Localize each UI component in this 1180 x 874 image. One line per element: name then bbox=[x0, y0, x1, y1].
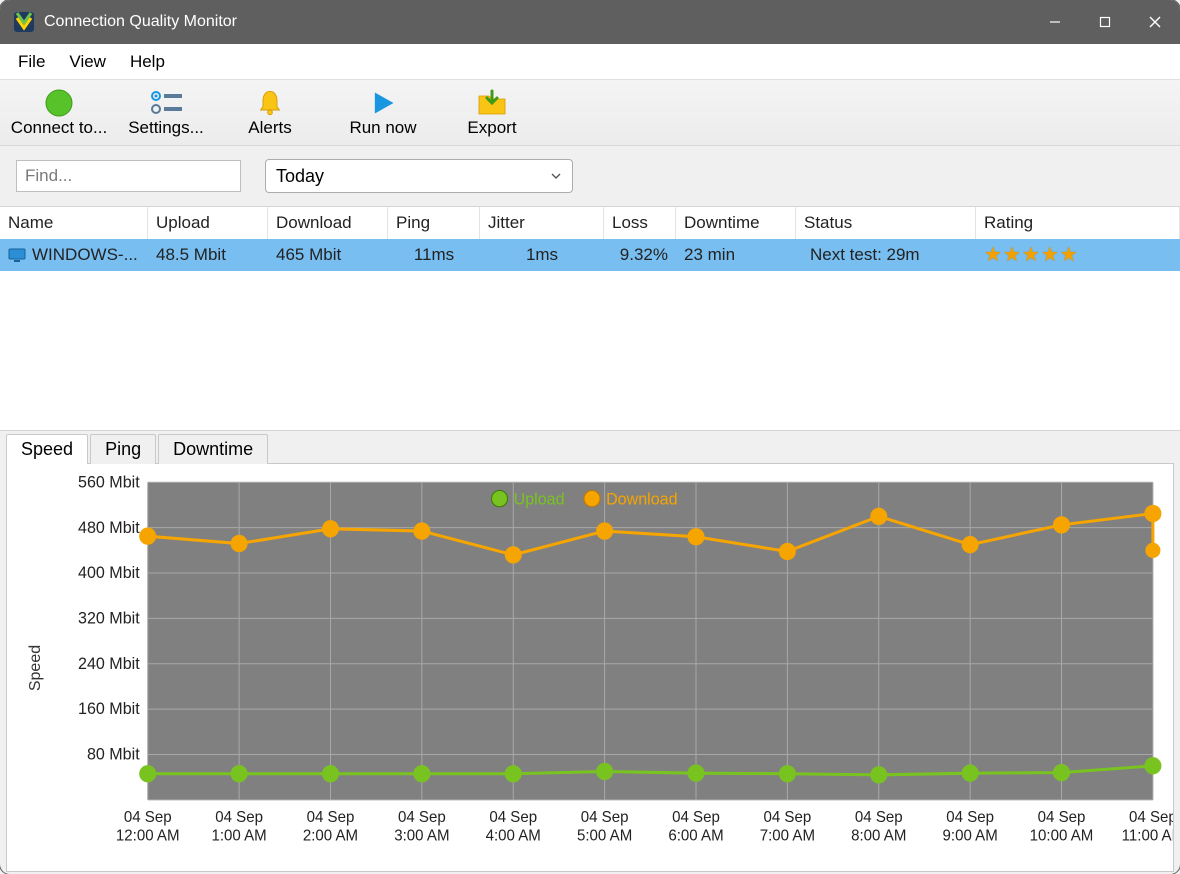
svg-text:240 Mbit: 240 Mbit bbox=[78, 655, 140, 673]
svg-text:5:00 AM: 5:00 AM bbox=[577, 827, 632, 844]
cell-download: 465 Mbit bbox=[268, 239, 388, 271]
y-axis-label: Speed bbox=[27, 644, 45, 690]
svg-text:10:00 AM: 10:00 AM bbox=[1030, 827, 1094, 844]
svg-text:480 Mbit: 480 Mbit bbox=[78, 519, 140, 537]
svg-text:80 Mbit: 80 Mbit bbox=[87, 745, 140, 763]
bell-icon bbox=[256, 88, 284, 118]
cell-rating: ★★★★★ bbox=[976, 239, 1126, 271]
settings-icon bbox=[150, 88, 182, 118]
find-input[interactable] bbox=[16, 160, 241, 192]
svg-text:04 Sep: 04 Sep bbox=[489, 809, 537, 826]
table-header: Name Upload Download Ping Jitter Loss Do… bbox=[0, 207, 1180, 239]
th-rating[interactable]: Rating bbox=[976, 207, 1180, 239]
svg-text:04 Sep: 04 Sep bbox=[215, 809, 263, 826]
th-upload[interactable]: Upload bbox=[148, 207, 268, 239]
svg-text:Upload: Upload bbox=[514, 491, 565, 509]
svg-text:04 Sep: 04 Sep bbox=[307, 809, 355, 826]
tab-speed[interactable]: Speed bbox=[6, 434, 88, 464]
star-icon: ★ bbox=[1041, 245, 1059, 265]
tab-ping[interactable]: Ping bbox=[90, 434, 156, 464]
cell-downtime: 23 min bbox=[676, 239, 796, 271]
star-icon: ★ bbox=[1022, 245, 1040, 265]
th-downtime[interactable]: Downtime bbox=[676, 207, 796, 239]
speed-chart: 80 Mbit 160 Mbit 240 Mbit 320 Mbit 400 Mbit 4… bbox=[7, 464, 1173, 871]
cell-upload: 48.5 Mbit bbox=[148, 239, 268, 271]
export-icon bbox=[477, 88, 507, 118]
connect-label: Connect to... bbox=[11, 118, 107, 138]
svg-text:320 Mbit: 320 Mbit bbox=[78, 609, 140, 627]
cell-ping: 11ms bbox=[388, 239, 480, 271]
cell-name: WINDOWS-... bbox=[32, 245, 138, 265]
close-button[interactable] bbox=[1130, 0, 1180, 44]
toolbar: Connect to... Settings... Alerts Run now… bbox=[0, 80, 1180, 146]
th-ping[interactable]: Ping bbox=[388, 207, 480, 239]
tab-downtime[interactable]: Downtime bbox=[158, 434, 268, 464]
svg-text:11:00 AM: 11:00 AM bbox=[1122, 827, 1173, 844]
svg-text:9:00 AM: 9:00 AM bbox=[943, 827, 998, 844]
range-select[interactable]: Today bbox=[265, 159, 573, 193]
star-icon: ★ bbox=[1060, 245, 1078, 265]
menu-file[interactable]: File bbox=[6, 48, 57, 76]
svg-text:6:00 AM: 6:00 AM bbox=[668, 827, 723, 844]
svg-text:04 Sep: 04 Sep bbox=[764, 809, 812, 826]
menubar: File View Help bbox=[0, 44, 1180, 80]
settings-label: Settings... bbox=[128, 118, 204, 138]
svg-text:160 Mbit: 160 Mbit bbox=[78, 700, 140, 718]
svg-text:4:00 AM: 4:00 AM bbox=[486, 827, 541, 844]
app-icon bbox=[12, 10, 36, 34]
svg-text:04 Sep: 04 Sep bbox=[398, 809, 446, 826]
svg-text:7:00 AM: 7:00 AM bbox=[760, 827, 815, 844]
minimize-button[interactable] bbox=[1030, 0, 1080, 44]
maximize-button[interactable] bbox=[1080, 0, 1130, 44]
svg-text:2:00 AM: 2:00 AM bbox=[303, 827, 358, 844]
svg-text:04 Sep: 04 Sep bbox=[672, 809, 720, 826]
range-selected-label: Today bbox=[276, 166, 324, 187]
run-label: Run now bbox=[349, 118, 416, 138]
svg-text:04 Sep: 04 Sep bbox=[855, 809, 903, 826]
window-title: Connection Quality Monitor bbox=[44, 13, 237, 31]
svg-text:04 Sep: 04 Sep bbox=[581, 809, 629, 826]
svg-text:1:00 AM: 1:00 AM bbox=[211, 827, 266, 844]
svg-text:400 Mbit: 400 Mbit bbox=[78, 564, 140, 582]
cell-status: Next test: 29m bbox=[796, 239, 976, 271]
svg-text:04 Sep: 04 Sep bbox=[946, 809, 994, 826]
filter-bar: Today bbox=[0, 146, 1180, 206]
svg-text:12:00 AM: 12:00 AM bbox=[116, 827, 180, 844]
alerts-label: Alerts bbox=[248, 118, 291, 138]
svg-text:04 Sep: 04 Sep bbox=[1129, 809, 1173, 826]
star-icon: ★ bbox=[1003, 245, 1021, 265]
cell-loss: 9.32% bbox=[604, 239, 676, 271]
titlebar: Connection Quality Monitor bbox=[0, 0, 1180, 44]
star-icon: ★ bbox=[984, 245, 1002, 265]
svg-text:04 Sep: 04 Sep bbox=[1038, 809, 1086, 826]
svg-text:8:00 AM: 8:00 AM bbox=[851, 827, 906, 844]
svg-text:04 Sep: 04 Sep bbox=[124, 809, 172, 826]
alerts-button[interactable]: Alerts bbox=[216, 81, 324, 145]
export-button[interactable]: Export bbox=[442, 81, 542, 145]
chevron-down-icon bbox=[550, 166, 562, 187]
play-icon bbox=[369, 88, 397, 118]
settings-button[interactable]: Settings... bbox=[116, 81, 216, 145]
menu-view[interactable]: View bbox=[57, 48, 118, 76]
cell-jitter: 1ms bbox=[480, 239, 604, 271]
th-status[interactable]: Status bbox=[796, 207, 976, 239]
svg-text:Download: Download bbox=[606, 491, 677, 509]
circle-green-icon bbox=[45, 88, 73, 118]
th-download[interactable]: Download bbox=[268, 207, 388, 239]
chart-tabs: Speed Ping Downtime bbox=[6, 434, 1180, 464]
th-jitter[interactable]: Jitter bbox=[480, 207, 604, 239]
chart-panel: Speed 80 Mbit 160 Mbit 240 Mbit 320 Mbit 400… bbox=[6, 463, 1174, 872]
export-label: Export bbox=[467, 118, 516, 138]
run-button[interactable]: Run now bbox=[324, 81, 442, 145]
table-row[interactable]: WINDOWS-... 48.5 Mbit 465 Mbit 11ms 1ms … bbox=[0, 239, 1180, 271]
svg-text:3:00 AM: 3:00 AM bbox=[394, 827, 449, 844]
connect-button[interactable]: Connect to... bbox=[2, 81, 116, 145]
app-window: Connection Quality Monitor File View Hel… bbox=[0, 0, 1180, 874]
menu-help[interactable]: Help bbox=[118, 48, 177, 76]
monitor-icon bbox=[8, 248, 26, 262]
connections-table: Name Upload Download Ping Jitter Loss Do… bbox=[0, 206, 1180, 431]
svg-text:560 Mbit: 560 Mbit bbox=[78, 473, 140, 491]
th-loss[interactable]: Loss bbox=[604, 207, 676, 239]
th-name[interactable]: Name bbox=[0, 207, 148, 239]
